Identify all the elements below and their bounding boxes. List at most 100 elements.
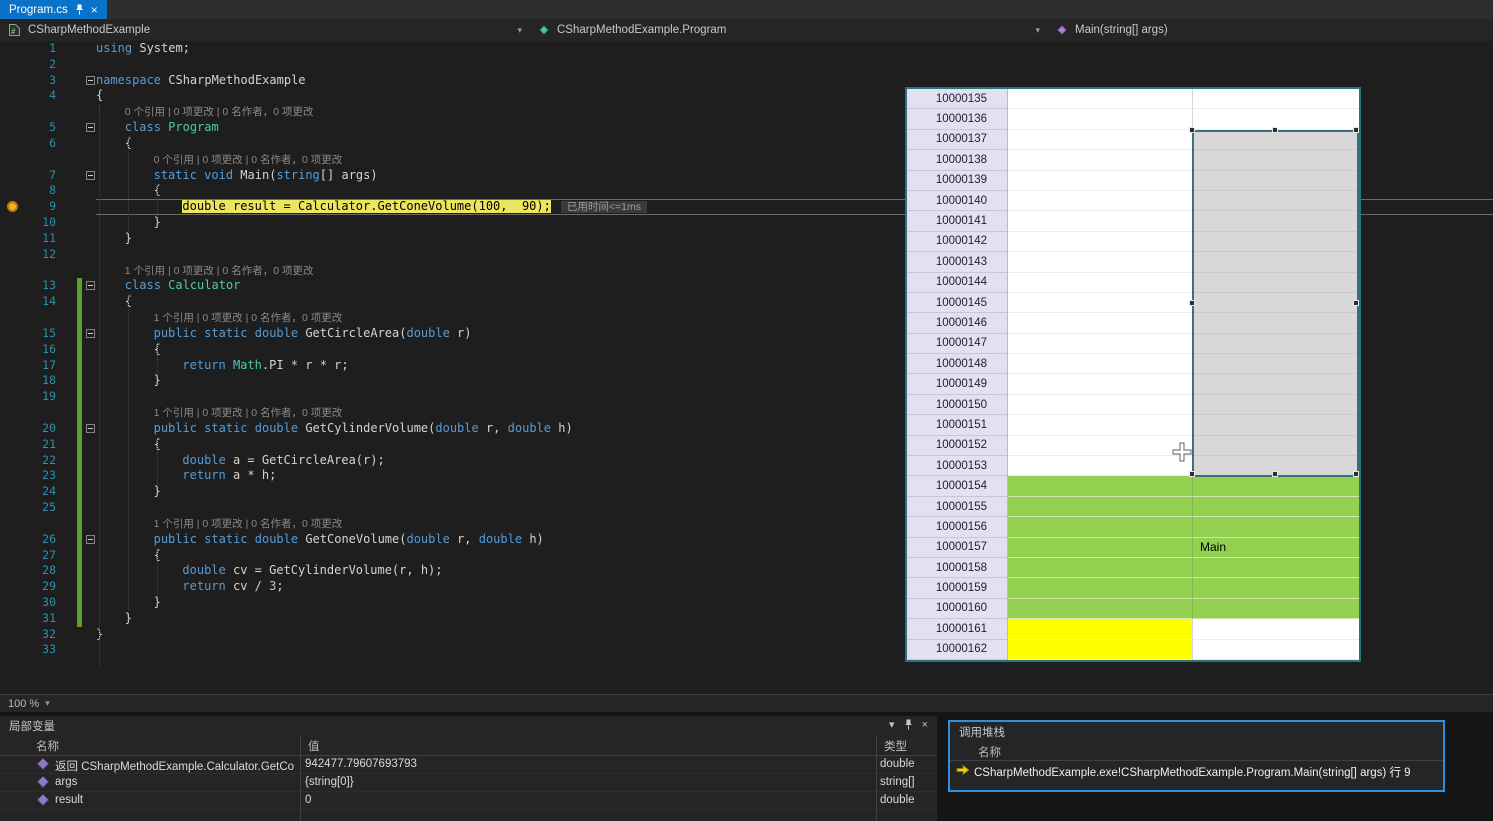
memory-cell[interactable]	[1008, 578, 1192, 598]
breakpoint-gutter[interactable]	[0, 104, 26, 120]
memory-cell[interactable]: Main	[1192, 538, 1359, 558]
memory-address-cell[interactable]: 10000159	[907, 578, 1008, 598]
fold-margin[interactable]	[82, 263, 96, 279]
breakpoint-gutter[interactable]	[0, 41, 26, 57]
codelens-info[interactable]: 1 个引用 | 0 项更改 | 0 名作者，0 项更改	[125, 265, 314, 277]
breakpoint-gutter[interactable]	[0, 183, 26, 199]
memory-cell[interactable]	[1008, 395, 1192, 415]
memory-cell[interactable]	[1192, 578, 1359, 598]
memory-address-cell[interactable]: 10000138	[907, 150, 1008, 170]
memory-cell[interactable]	[1192, 395, 1359, 415]
memory-cell[interactable]	[1008, 150, 1192, 170]
fold-margin[interactable]	[82, 278, 96, 294]
fold-margin[interactable]	[82, 152, 96, 168]
breakpoint-gutter[interactable]	[0, 326, 26, 342]
breakpoint-gutter[interactable]	[0, 532, 26, 548]
memory-cell[interactable]	[1008, 293, 1192, 313]
project-dropdown[interactable]: # CSharpMethodExample ▾	[0, 19, 530, 41]
fold-margin[interactable]	[82, 548, 96, 564]
fold-margin[interactable]	[82, 57, 96, 73]
locals-title-bar[interactable]: 局部变量 ▾ ×	[0, 716, 937, 735]
memory-address-cell[interactable]: 10000145	[907, 293, 1008, 313]
breakpoint-gutter[interactable]	[0, 199, 26, 215]
breakpoint-gutter[interactable]	[0, 595, 26, 611]
memory-address-cell[interactable]: 10000140	[907, 191, 1008, 211]
breakpoint-gutter[interactable]	[0, 278, 26, 294]
memory-cell[interactable]	[1192, 130, 1359, 150]
memory-cell[interactable]	[1008, 599, 1192, 619]
memory-cell[interactable]	[1192, 558, 1359, 578]
fold-margin[interactable]	[82, 532, 96, 548]
memory-cell[interactable]	[1008, 252, 1192, 272]
breakpoint-gutter[interactable]	[0, 579, 26, 595]
memory-address-cell[interactable]: 10000153	[907, 456, 1008, 476]
memory-cell[interactable]	[1008, 619, 1192, 639]
memory-cell[interactable]	[1008, 334, 1192, 354]
codelens-info[interactable]: 0 个引用 | 0 项更改 | 0 名作者，0 项更改	[154, 154, 343, 166]
member-dropdown[interactable]: Main(string[] args)	[1048, 19, 1493, 41]
code-text[interactable]	[96, 57, 1493, 73]
fold-margin[interactable]	[82, 595, 96, 611]
collapse-box-icon[interactable]	[86, 76, 95, 85]
zoom-control[interactable]: 100 % ▾	[8, 698, 50, 710]
memory-cell[interactable]	[1008, 191, 1192, 211]
breakpoint-gutter[interactable]	[0, 247, 26, 263]
memory-cell[interactable]	[1192, 109, 1359, 129]
memory-cell[interactable]	[1192, 293, 1359, 313]
code-line[interactable]: 2	[0, 57, 1493, 73]
breakpoint-gutter[interactable]	[0, 548, 26, 564]
fold-margin[interactable]	[82, 563, 96, 579]
breakpoint-gutter[interactable]	[0, 57, 26, 73]
memory-address-cell[interactable]: 10000148	[907, 354, 1008, 374]
fold-margin[interactable]	[82, 358, 96, 374]
memory-cell[interactable]	[1192, 436, 1359, 456]
breakpoint-gutter[interactable]	[0, 405, 26, 421]
stack-frame-row[interactable]: CSharpMethodExample.exe!CSharpMethodExam…	[950, 761, 1443, 779]
memory-address-cell[interactable]: 10000158	[907, 558, 1008, 578]
memory-cell[interactable]	[1192, 415, 1359, 435]
breakpoint-gutter[interactable]	[0, 294, 26, 310]
breakpoint-gutter[interactable]	[0, 563, 26, 579]
collapse-box-icon[interactable]	[86, 123, 95, 132]
memory-address-cell[interactable]: 10000142	[907, 232, 1008, 252]
breakpoint-gutter[interactable]	[0, 342, 26, 358]
fold-margin[interactable]	[82, 183, 96, 199]
memory-address-cell[interactable]: 10000155	[907, 497, 1008, 517]
memory-cell[interactable]	[1008, 538, 1192, 558]
fold-margin[interactable]	[82, 516, 96, 532]
memory-address-cell[interactable]: 10000139	[907, 171, 1008, 191]
memory-cell[interactable]	[1192, 232, 1359, 252]
breakpoint-gutter[interactable]	[0, 231, 26, 247]
fold-margin[interactable]	[82, 500, 96, 516]
breakpoint-gutter[interactable]	[0, 516, 26, 532]
fold-margin[interactable]	[82, 310, 96, 326]
fold-margin[interactable]	[82, 405, 96, 421]
memory-cell[interactable]	[1192, 456, 1359, 476]
breakpoint-gutter[interactable]	[0, 642, 26, 658]
memory-address-cell[interactable]: 10000137	[907, 130, 1008, 150]
memory-cell[interactable]	[1192, 497, 1359, 517]
memory-cell[interactable]	[1008, 640, 1192, 660]
code-text[interactable]: using System;	[96, 41, 1493, 57]
memory-cell[interactable]	[1192, 517, 1359, 537]
column-header-name[interactable]: 名称	[978, 744, 1001, 760]
memory-address-cell[interactable]: 10000141	[907, 211, 1008, 231]
fold-margin[interactable]	[82, 136, 96, 152]
variable-row[interactable]: args{string[0]}string[]	[0, 774, 937, 792]
memory-cell[interactable]	[1192, 150, 1359, 170]
memory-address-cell[interactable]: 10000156	[907, 517, 1008, 537]
fold-margin[interactable]	[82, 611, 96, 627]
memory-cell[interactable]	[1008, 497, 1192, 517]
codelens-info[interactable]: 1 个引用 | 0 项更改 | 0 名作者，0 项更改	[154, 312, 343, 324]
breakpoint-gutter[interactable]	[0, 421, 26, 437]
fold-margin[interactable]	[82, 199, 96, 215]
memory-cell[interactable]	[1008, 354, 1192, 374]
codelens-info[interactable]: 1 个引用 | 0 项更改 | 0 名作者，0 项更改	[154, 407, 343, 419]
memory-cell[interactable]	[1008, 313, 1192, 333]
column-divider[interactable]	[876, 735, 877, 821]
code-line[interactable]: 1using System;	[0, 41, 1493, 57]
breakpoint-gutter[interactable]	[0, 136, 26, 152]
codelens-info[interactable]: 1 个引用 | 0 项更改 | 0 名作者，0 项更改	[154, 518, 343, 530]
memory-address-cell[interactable]: 10000146	[907, 313, 1008, 333]
breakpoint-gutter[interactable]	[0, 373, 26, 389]
